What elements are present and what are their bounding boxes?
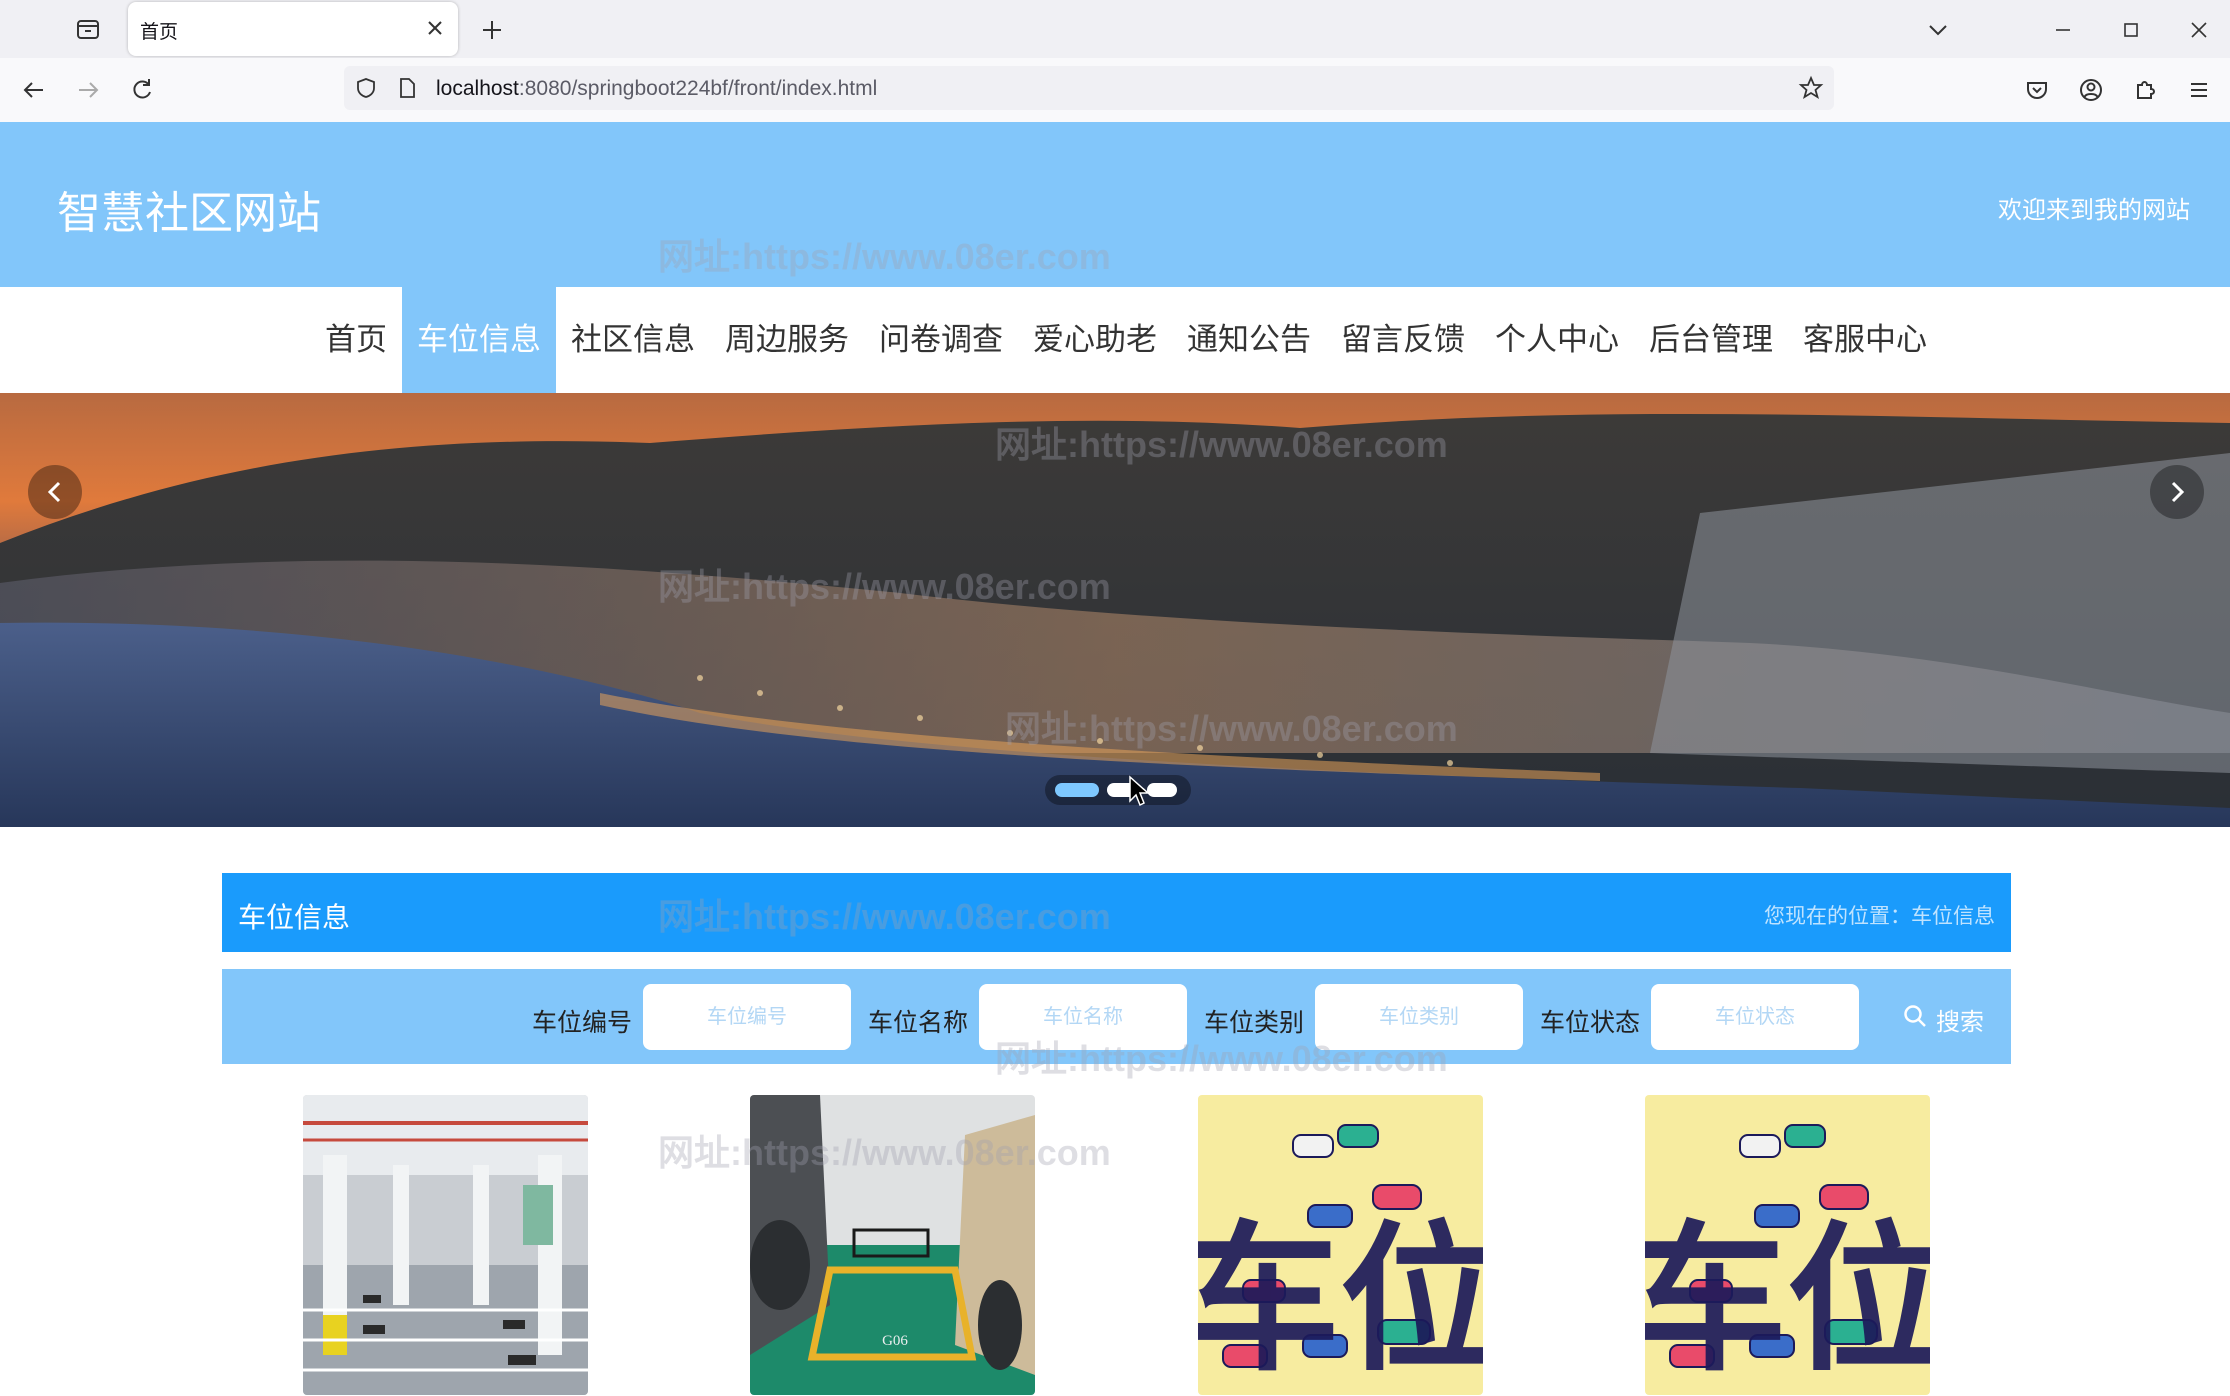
parking-graphic-text: 车位 <box>1198 1206 1483 1393</box>
site-title: 智慧社区网站 <box>57 189 321 238</box>
mouse-cursor-icon <box>1129 775 1150 807</box>
nav-item[interactable]: 首页 <box>310 287 402 393</box>
browser-tab-active[interactable]: 首页 <box>128 2 458 56</box>
parking-name-label: 车位名称 <box>868 1009 969 1037</box>
nav-item[interactable]: 通知公告 <box>1172 287 1326 393</box>
parking-card[interactable]: 车位 <box>1645 1095 1930 1395</box>
parking-card[interactable]: G06 <box>750 1095 1035 1395</box>
parking-type-input[interactable]: 车位类别 <box>1315 984 1523 1050</box>
search-icon <box>1904 1005 1926 1027</box>
section-title: 车位信息 <box>238 902 351 933</box>
chevron-left-icon <box>47 481 61 503</box>
parking-status-input[interactable]: 车位状态 <box>1651 984 1859 1050</box>
parking-space-image: G06 <box>750 1095 1035 1395</box>
site-header: 智慧社区网站 欢迎来到我的网站 <box>0 122 2230 287</box>
parking-graphic-image: 车位 <box>1645 1095 1930 1395</box>
parking-status-label: 车位状态 <box>1540 1009 1641 1037</box>
nav-list: 首页 车位信息 社区信息 周边服务 问卷调查 爱心助老 通知公告 留言反馈 个人中心 后台管理 客服… <box>310 287 1942 393</box>
carousel-dot[interactable] <box>1147 783 1177 797</box>
nav-item[interactable]: 车位信息 <box>402 287 556 393</box>
tab-list-icon[interactable] <box>68 14 108 44</box>
address-bar[interactable]: localhost:8080/springboot224bf/front/ind… <box>344 66 1834 110</box>
nav-item[interactable]: 问卷调查 <box>864 287 1018 393</box>
browser-tab-bar: 首页 <box>0 0 2230 58</box>
tab-title: 首页 <box>140 22 179 43</box>
parking-card[interactable]: 车位 <box>1198 1095 1483 1395</box>
tab-overflow-chevron-icon[interactable] <box>1924 16 1952 44</box>
extensions-icon[interactable] <box>2131 76 2159 104</box>
minimize-icon[interactable] <box>2049 16 2077 44</box>
banner-carousel <box>0 393 2230 827</box>
carousel-dot[interactable] <box>1055 783 1099 797</box>
parking-graphic-image: 车位 <box>1198 1095 1483 1395</box>
new-tab-icon[interactable] <box>478 16 506 44</box>
close-window-icon[interactable] <box>2185 16 2213 44</box>
main-nav: 首页 车位信息 社区信息 周边服务 问卷调查 爱心助老 通知公告 留言反馈 个人中心 后台管理 客服… <box>0 287 2230 393</box>
welcome-text: 欢迎来到我的网站 <box>1998 197 2190 224</box>
parking-name-input[interactable]: 车位名称 <box>979 984 1187 1050</box>
nav-item[interactable]: 客服中心 <box>1788 287 1942 393</box>
parking-number-label: 车位编号 <box>532 1009 633 1037</box>
forward-arrow-icon[interactable] <box>74 76 102 104</box>
reload-icon[interactable] <box>128 76 156 104</box>
search-button-label: 搜索 <box>1936 1009 1984 1036</box>
account-icon[interactable] <box>2077 76 2105 104</box>
nav-item[interactable]: 后台管理 <box>1634 287 1788 393</box>
nav-item[interactable]: 留言反馈 <box>1326 287 1480 393</box>
parking-type-label: 车位类别 <box>1204 1009 1305 1037</box>
bookmark-star-icon[interactable] <box>1798 75 1824 101</box>
parking-garage-image <box>303 1095 588 1395</box>
maximize-icon[interactable] <box>2117 16 2145 44</box>
browser-nav-bar: localhost:8080/springboot224bf/front/ind… <box>0 58 2230 123</box>
nav-item[interactable]: 周边服务 <box>710 287 864 393</box>
search-form: 车位编号 车位编号 车位名称 车位名称 车位类别 车位类别 车位状态 车位状态 … <box>222 969 2011 1064</box>
parking-graphic-text: 车位 <box>1645 1206 1930 1393</box>
carousel-indicators <box>1045 775 1191 805</box>
nav-item[interactable]: 爱心助老 <box>1018 287 1172 393</box>
url-text[interactable]: localhost:8080/springboot224bf/front/ind… <box>436 77 877 101</box>
banner-image <box>0 393 2230 827</box>
page-icon <box>400 78 415 98</box>
parking-plate-text: G06 <box>882 1333 908 1349</box>
shield-icon[interactable] <box>354 76 378 100</box>
back-arrow-icon[interactable] <box>20 76 48 104</box>
section-header: 车位信息 您现在的位置：车位信息 <box>222 873 2011 952</box>
nav-item[interactable]: 个人中心 <box>1480 287 1634 393</box>
parking-number-input[interactable]: 车位编号 <box>643 984 851 1050</box>
chevron-right-icon <box>2171 481 2185 503</box>
carousel-next-button[interactable] <box>2150 465 2204 519</box>
breadcrumb: 您现在的位置：车位信息 <box>1764 905 1995 928</box>
menu-hamburger-icon[interactable] <box>2185 76 2213 104</box>
parking-card[interactable] <box>303 1095 588 1395</box>
close-tab-icon[interactable] <box>424 17 446 39</box>
nav-item[interactable]: 社区信息 <box>556 287 710 393</box>
carousel-prev-button[interactable] <box>28 465 82 519</box>
pocket-icon[interactable] <box>2023 76 2051 104</box>
